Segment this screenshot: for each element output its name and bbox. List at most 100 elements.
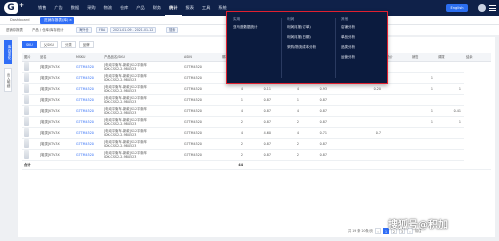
- empty-cell: [436, 160, 464, 170]
- nav-item-8[interactable]: 统计: [165, 0, 182, 16]
- filter-chip-fba[interactable]: FBA: [96, 27, 109, 33]
- dimension-tab-brand[interactable]: 品牌: [78, 41, 94, 48]
- table-row[interactable]: [鞋类]KTV3X G7TM4520 [电动平衡车-新款]S12平衡车 IDK-CSS…: [22, 94, 491, 106]
- value-cell: [436, 94, 464, 106]
- side-tab-inventory-change[interactable]: 库存变化: [4, 40, 12, 64]
- product-thumbnail: [24, 73, 29, 82]
- user-avatar-icon[interactable]: [478, 4, 486, 12]
- product-image-cell: [22, 105, 38, 117]
- column-header[interactable]: 结余: [464, 53, 491, 62]
- nav-item-10[interactable]: 工具: [198, 0, 214, 16]
- dimension-tab-parent-sku[interactable]: 父SKU: [39, 41, 58, 48]
- msku-link[interactable]: G7TM4520: [74, 94, 102, 106]
- empty-cell: [302, 160, 330, 170]
- prev-page-button[interactable]: ‹: [374, 228, 381, 234]
- msku-link[interactable]: G7TM4520: [74, 105, 102, 117]
- product-image-cell: [22, 61, 38, 73]
- nav-item-2[interactable]: 数据: [67, 0, 83, 16]
- side-tab-in-out-detail[interactable]: 出入明细: [4, 68, 12, 92]
- column-header[interactable]: 品名: [38, 53, 74, 62]
- column-header[interactable]: 销售: [410, 53, 436, 62]
- menu-item-profit-date[interactable]: 利润月报(日期): [287, 32, 316, 42]
- app-logo[interactable]: G +: [4, 2, 26, 14]
- menu-item-operation-analysis[interactable]: 运营分析: [341, 52, 355, 62]
- product-image-cell: [22, 116, 38, 128]
- column-header[interactable]: ASIN: [182, 53, 220, 62]
- menu-item-category-analysis[interactable]: 品类分析: [341, 42, 355, 52]
- empty-cell: [102, 160, 182, 170]
- value-cell: 0.87: [246, 116, 274, 128]
- product-title-cell: [电动平衡车-新款]S12平衡车 IDK-CSS2-2-9B0523: [102, 61, 182, 73]
- msku-link[interactable]: G7TM4520: [74, 149, 102, 161]
- table-row[interactable]: [鞋类]KTV3X G7TM4520 [电动平衡车-新款]S12平衡车 IDK-CSS…: [22, 138, 491, 150]
- column-header[interactable]: 图片: [22, 53, 38, 62]
- product-name-cell: [鞋类]KTV3X: [38, 94, 74, 106]
- search-button[interactable]: 搜索: [166, 27, 179, 33]
- menu-item-store-analysis[interactable]: 店铺分析: [341, 22, 355, 32]
- msku-link[interactable]: G7TM4520: [74, 61, 102, 73]
- table-row[interactable]: [鞋类]KTV3X G7TM4520 [电动平衡车-新款]S12平衡车 IDK-CSS…: [22, 127, 491, 139]
- filter-chip-warehouse[interactable]: 海外仓: [76, 27, 92, 33]
- value-cell: [410, 94, 436, 106]
- asin-cell: G7TM4520: [182, 105, 220, 117]
- product-image-cell: [22, 149, 38, 161]
- tab-inventory-report[interactable]: 进销存报表(库) ×: [40, 17, 74, 24]
- product-title-cell: [电动平衡车-新款]S12平衡车 IDK-CSS2-2-9B0523: [102, 116, 182, 128]
- table-row[interactable]: [鞋类]KTV3X G7TM4520 [电动平衡车-新款]S12平衡车 IDK-CSS…: [22, 149, 491, 161]
- table-row[interactable]: [鞋类]KTV3X G7TM4520 [电动平衡车-新款]S12平衡车 IDK-CSS…: [22, 83, 491, 95]
- nav-item-1[interactable]: 广告: [50, 0, 66, 16]
- hamburger-menu-icon[interactable]: [489, 5, 496, 11]
- nav-item-4[interactable]: 物流: [100, 0, 116, 16]
- value-cell: 4: [220, 83, 246, 95]
- menu-item-profit-order[interactable]: 利润月报(订单): [287, 22, 316, 32]
- value-cell: 0.87: [302, 94, 330, 106]
- product-sku: IDK-CSS2-2-9B0523: [104, 143, 137, 148]
- value-cell: 0.20: [358, 83, 384, 95]
- breadcrumb-report[interactable]: 进销存报表: [6, 25, 23, 35]
- msku-link[interactable]: G7TM4520: [74, 138, 102, 150]
- table-row[interactable]: [鞋类]KTV3X G7TM4520 [电动平衡车-新款]S12平衡车 IDK-CSS…: [22, 105, 491, 117]
- main-menu: 销售 广告 数据 采购 物流 仓库 产品 财务 统计 报表 工具 系统: [34, 0, 231, 16]
- nav-item-3[interactable]: 采购: [83, 0, 99, 16]
- close-tab-icon[interactable]: ×: [69, 17, 72, 24]
- date-range-filter[interactable]: 2021-01-09 - 2021-01-12: [110, 27, 157, 33]
- msku-link[interactable]: G7TM4520: [74, 83, 102, 95]
- divider: [335, 18, 336, 78]
- nav-item-9[interactable]: 报表: [182, 0, 198, 16]
- value-cell: 2: [220, 149, 246, 161]
- product-title-cell: [电动平衡车-新款]S12平衡车 IDK-CSS2-2-9B0523: [102, 149, 182, 161]
- value-cell: 0.93: [302, 83, 330, 95]
- dimension-tab-sku[interactable]: SKU: [22, 41, 37, 48]
- column-header[interactable]: 产品品名/SKU: [102, 53, 182, 62]
- value-cell: 4: [220, 127, 246, 139]
- value-cell: [410, 61, 436, 73]
- column-header[interactable]: 调拨: [436, 53, 464, 62]
- menu-item-cost-analysis[interactable]: 采购/物流成本分析: [287, 42, 316, 52]
- value-cell: 0.87: [302, 149, 330, 161]
- product-thumbnail: [24, 128, 29, 137]
- nav-item-6[interactable]: 产品: [132, 0, 148, 16]
- msku-link[interactable]: G7TM4520: [74, 127, 102, 139]
- product-title-cell: [电动平衡车-新款]S12平衡车 IDK-CSS2-2-9B0523: [102, 83, 182, 95]
- nav-item-7[interactable]: 财务: [149, 0, 165, 16]
- dropdown-column-profit: 利润 利润月报(订单) 利润月报(日期) 采购/物流成本分析: [287, 16, 316, 52]
- dimension-tab-category[interactable]: 分类: [60, 41, 76, 48]
- menu-item-amazon-stats[interactable]: 亚马逊数据统计: [233, 22, 258, 32]
- tab-dashboard[interactable]: Dashboard: [6, 17, 34, 24]
- menu-item-product-analysis[interactable]: 单品分析: [341, 32, 355, 42]
- total-label: 合计: [22, 160, 38, 170]
- product-name-cell: [鞋类]KTV3X: [38, 116, 74, 128]
- product-name-cell: [鞋类]KTV3X: [38, 127, 74, 139]
- msku-link[interactable]: G7TM4520: [74, 72, 102, 84]
- product-name-cell: [鞋类]KTV3X: [38, 72, 74, 84]
- total-value: 44: [220, 160, 246, 170]
- value-cell: [384, 94, 410, 106]
- table-row[interactable]: [鞋类]KTV3X G7TM4520 [电动平衡车-新款]S12平衡车 IDK-CSS…: [22, 116, 491, 128]
- column-header[interactable]: MSKU: [74, 53, 102, 62]
- language-switch-button[interactable]: English: [446, 4, 468, 12]
- nav-item-5[interactable]: 仓库: [116, 0, 132, 16]
- empty-cell: [330, 160, 358, 170]
- asin-cell: G7TM4520: [182, 127, 220, 139]
- nav-item-0[interactable]: 销售: [34, 0, 50, 16]
- msku-link[interactable]: G7TM4520: [74, 116, 102, 128]
